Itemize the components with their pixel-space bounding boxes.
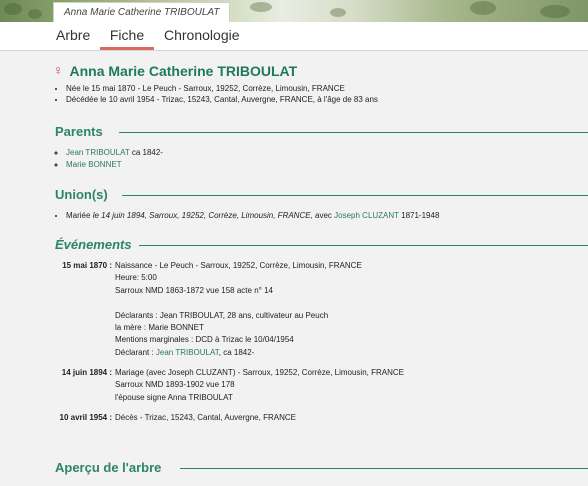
section-heading-unions: Union(s) bbox=[55, 187, 588, 203]
unions-list: Mariée le 14 juin 1894, Sarroux, 19252, … bbox=[66, 210, 439, 221]
foliage-decoration bbox=[4, 3, 22, 15]
event-line: Mariage (avec Joseph CLUZANT) - Sarroux,… bbox=[115, 368, 404, 377]
union-detail: le 14 juin 1894, Sarroux, 19252, Corrèze… bbox=[92, 211, 313, 220]
union-avec: avec bbox=[312, 211, 335, 220]
banner-title: Anna Marie Catherine TRIBOULAT bbox=[53, 2, 231, 22]
section-title: Parents bbox=[55, 124, 103, 139]
section-title: Événements bbox=[55, 237, 132, 252]
list-item: Marie BONNET bbox=[66, 159, 163, 171]
female-icon: ♀ bbox=[53, 62, 64, 78]
foliage-decoration bbox=[250, 2, 272, 12]
event-line: Mentions marginales : DCD à Trizac le 10… bbox=[115, 335, 294, 345]
foliage-decoration bbox=[470, 1, 496, 15]
tab-bar: Arbre Fiche Chronologie bbox=[0, 22, 588, 51]
section-heading-events: Événements bbox=[55, 237, 588, 253]
list-item: Jean TRIBOULAT ca 1842- bbox=[66, 147, 163, 159]
section-divider bbox=[122, 195, 588, 196]
foliage-decoration bbox=[330, 8, 346, 17]
event-line: Sarroux NMD 1863-1872 vue 158 acte n° 14 bbox=[115, 285, 273, 295]
death-summary: Décédée le 10 avril 1954 - Trizac, 15243… bbox=[66, 94, 378, 105]
event-line: Heure: 5:00 bbox=[115, 273, 157, 283]
foliage-decoration bbox=[28, 9, 42, 19]
section-heading-parents: Parents bbox=[55, 124, 588, 140]
section-divider bbox=[119, 132, 588, 133]
event-line: Naissance - Le Peuch - Sarroux, 19252, C… bbox=[115, 261, 362, 270]
section-title: Aperçu de l'arbre bbox=[55, 460, 162, 475]
section-divider bbox=[180, 468, 588, 469]
header-banner: Anna Marie Catherine TRIBOULAT bbox=[0, 0, 588, 22]
list-item: Mariée le 14 juin 1894, Sarroux, 19252, … bbox=[66, 210, 439, 221]
union-prefix: Mariée bbox=[66, 211, 93, 220]
declarant-link[interactable]: Jean TRIBOULAT bbox=[156, 348, 219, 357]
event-line: Déclarant : Jean TRIBOULAT, ca 1842- bbox=[115, 347, 575, 359]
event-details: Naissance - Le Peuch - Sarroux, 19252, C… bbox=[115, 260, 575, 359]
spouse-link[interactable]: Joseph CLUZANT bbox=[334, 211, 399, 220]
person-title-row: ♀ Anna Marie Catherine TRIBOULAT bbox=[53, 62, 297, 82]
tab-chronologie[interactable]: Chronologie bbox=[164, 22, 240, 50]
parents-list: Jean TRIBOULAT ca 1842- Marie BONNET bbox=[66, 147, 163, 171]
event-line-spacer bbox=[115, 297, 575, 309]
event-date: 10 avril 1954 : bbox=[59, 413, 112, 422]
tab-arbre[interactable]: Arbre bbox=[56, 22, 90, 50]
event-line: la mère : Marie BONNET bbox=[115, 323, 204, 333]
page-title: Anna Marie Catherine TRIBOULAT bbox=[69, 63, 298, 79]
declarant-dates: , ca 1842- bbox=[218, 347, 255, 357]
event-line: Décès - Trizac, 15243, Cantal, Auvergne,… bbox=[115, 413, 296, 422]
foliage-decoration bbox=[540, 5, 570, 18]
tab-fiche[interactable]: Fiche bbox=[100, 22, 154, 50]
event-date: 14 juin 1894 : bbox=[61, 368, 112, 377]
event-line: l'épouse signe Anna TRIBOULAT bbox=[115, 392, 233, 402]
event-details: Décès - Trizac, 15243, Cantal, Auvergne,… bbox=[115, 412, 575, 424]
mother-link[interactable]: Marie BONNET bbox=[66, 160, 122, 169]
spouse-dates: 1871-1948 bbox=[398, 211, 440, 220]
event-line: Déclarants : Jean TRIBOULAT, 28 ans, cul… bbox=[115, 310, 329, 320]
section-divider bbox=[139, 245, 588, 246]
father-dates: ca 1842- bbox=[129, 148, 163, 157]
birth-summary: Née le 15 mai 1870 - Le Peuch - Sarroux,… bbox=[66, 83, 378, 94]
declarant-prefix: Déclarant : bbox=[115, 347, 156, 357]
section-title: Union(s) bbox=[55, 187, 108, 202]
event-details: Mariage (avec Joseph CLUZANT) - Sarroux,… bbox=[115, 367, 575, 404]
section-heading-tree-preview: Aperçu de l'arbre bbox=[55, 460, 588, 476]
father-link[interactable]: Jean TRIBOULAT bbox=[66, 148, 130, 157]
event-line: Sarroux NMD 1893-1902 vue 178 bbox=[115, 380, 235, 390]
life-events-list: Née le 15 mai 1870 - Le Peuch - Sarroux,… bbox=[66, 83, 378, 105]
event-date: 15 mai 1870 : bbox=[62, 261, 112, 270]
